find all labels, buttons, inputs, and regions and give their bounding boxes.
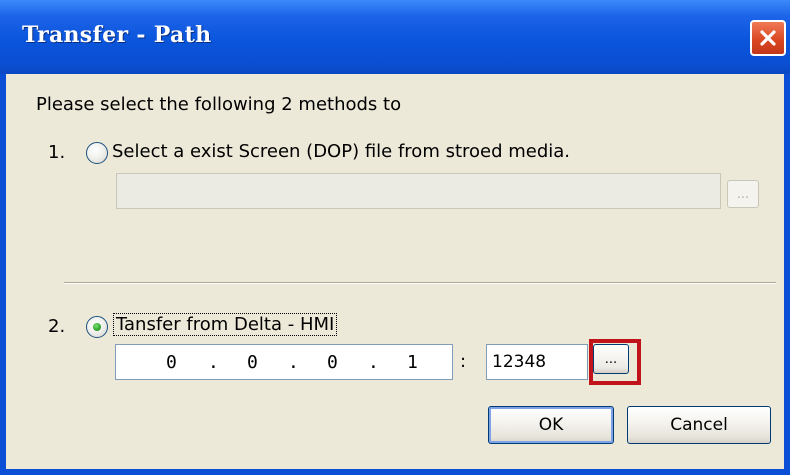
ip-dot-1: .: [208, 352, 219, 373]
ip-dot-2: .: [288, 352, 299, 373]
instruction-text: Please select the following 2 methods to: [36, 94, 402, 115]
option2-radio[interactable]: [86, 316, 108, 338]
ip-octet-4[interactable]: 1: [407, 352, 418, 373]
option2-number: 2.: [48, 316, 66, 337]
dialog-body: Please select the following 2 methods to…: [6, 74, 784, 469]
dop-file-path-input[interactable]: [116, 173, 721, 209]
separator: [64, 282, 776, 284]
window-title: Transfer - Path: [22, 22, 212, 48]
port-input[interactable]: 12348: [486, 344, 588, 380]
option1-number: 1.: [48, 142, 66, 163]
option1-radio[interactable]: [86, 142, 108, 164]
ip-address-input[interactable]: 0 . 0 . 0 . 1: [115, 344, 453, 380]
ok-button[interactable]: OK: [488, 406, 614, 444]
cancel-button[interactable]: Cancel: [627, 406, 771, 444]
dop-file-browse-button[interactable]: ...: [727, 180, 759, 208]
ip-octet-2[interactable]: 0: [247, 352, 258, 373]
dialog-window: Transfer - Path Please select the follow…: [0, 0, 790, 475]
close-icon: [760, 30, 776, 46]
radio-selected-dot: [93, 323, 101, 331]
port-separator: :: [460, 351, 467, 372]
option2-label[interactable]: Tansfer from Delta - HMI: [113, 313, 338, 336]
option1-label[interactable]: Select a exist Screen (DOP) file from st…: [112, 141, 570, 162]
title-bar[interactable]: Transfer - Path: [0, 0, 790, 74]
option2-label-text: Tansfer from Delta - HMI: [113, 313, 338, 336]
close-button[interactable]: [750, 20, 786, 56]
ip-dot-3: .: [368, 352, 379, 373]
highlight-box: [589, 339, 641, 385]
ip-octet-1[interactable]: 0: [166, 352, 177, 373]
ip-octet-3[interactable]: 0: [327, 352, 338, 373]
